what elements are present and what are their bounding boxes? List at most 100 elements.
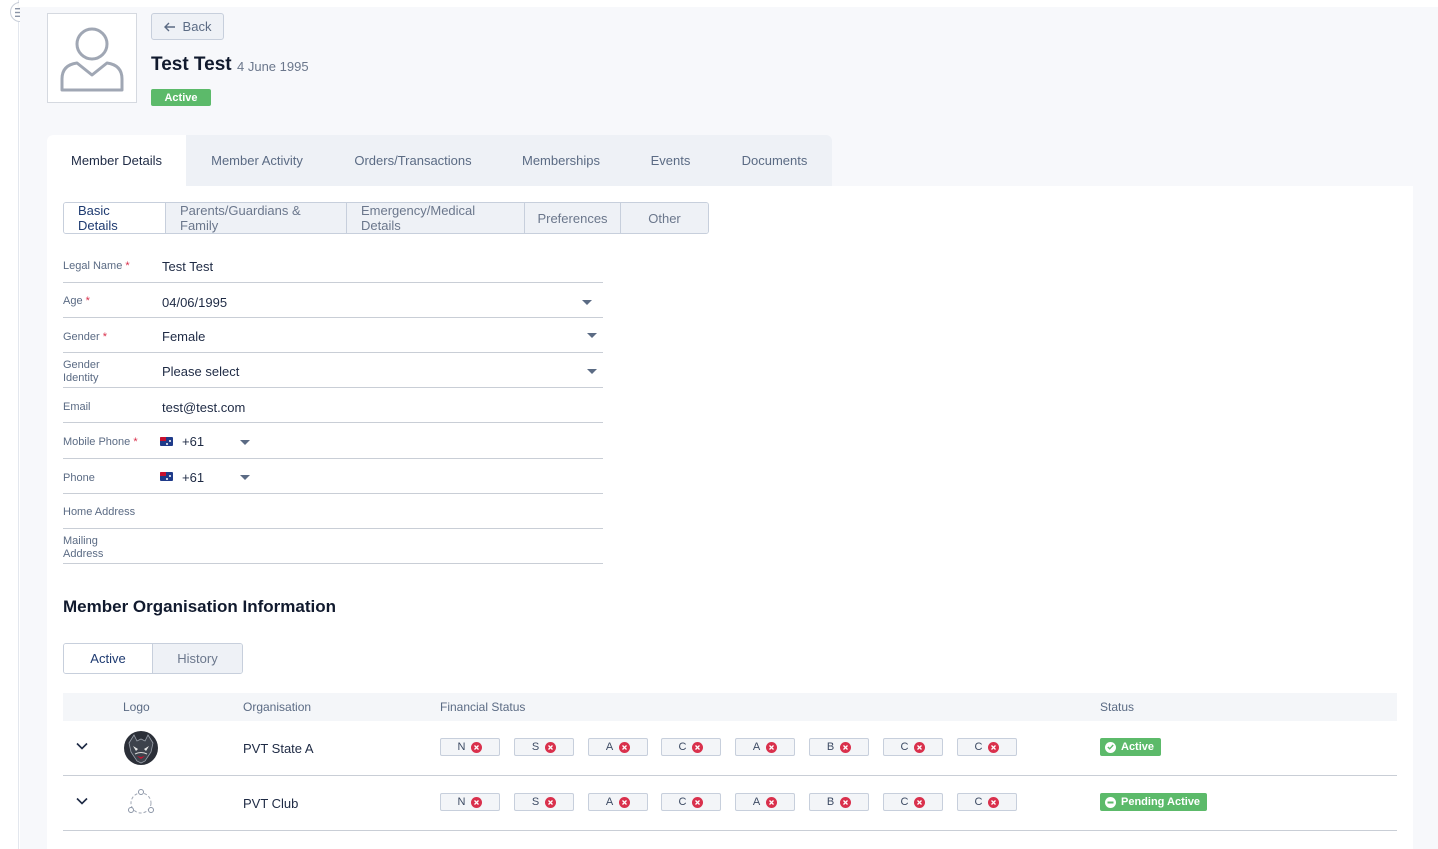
financial-status-letter: B bbox=[826, 741, 835, 753]
column-header-organisation: Organisation bbox=[243, 700, 312, 714]
financial-status-letter: S bbox=[531, 741, 540, 753]
subtab-parents-guardians[interactable]: Parents/Guardians & Family bbox=[165, 203, 346, 233]
subtab-other[interactable]: Other bbox=[620, 203, 708, 233]
x-circle-icon bbox=[692, 796, 704, 808]
minus-circle-icon bbox=[1105, 796, 1116, 808]
check-circle-icon bbox=[1105, 741, 1116, 753]
financial-status-c: C bbox=[661, 793, 721, 811]
mobile-phone-label: Mobile Phone bbox=[63, 436, 131, 448]
australia-flag-icon bbox=[160, 437, 173, 446]
tab-member-details[interactable]: Member Details bbox=[47, 135, 186, 186]
financial-status-c: C bbox=[883, 738, 943, 756]
home-address-field[interactable]: Home Address bbox=[63, 494, 603, 529]
chevron-down-icon[interactable] bbox=[587, 333, 597, 338]
financial-status-letter: C bbox=[974, 741, 983, 753]
financial-status-letter: S bbox=[531, 796, 540, 808]
financial-status-c: C bbox=[883, 793, 943, 811]
financial-status-s: S bbox=[514, 793, 574, 811]
mailing-address-field[interactable]: Mailing Address bbox=[63, 529, 603, 564]
financial-status-a: A bbox=[735, 738, 795, 756]
email-value: test@test.com bbox=[162, 400, 246, 415]
x-circle-icon bbox=[471, 741, 483, 753]
financial-status-letter: N bbox=[457, 796, 466, 808]
tab-member-activity[interactable]: Member Activity bbox=[186, 135, 328, 186]
chevron-down-icon[interactable] bbox=[240, 440, 250, 445]
financial-status-letter: C bbox=[678, 741, 687, 753]
chevron-down-icon[interactable] bbox=[76, 797, 88, 805]
x-circle-icon bbox=[988, 796, 1000, 808]
chevron-down-icon[interactable] bbox=[240, 475, 250, 480]
left-sidebar bbox=[0, 0, 30, 849]
status-badge: Active bbox=[151, 89, 211, 106]
arrow-left-icon bbox=[163, 22, 175, 31]
table-header: Logo Organisation Financial Status Statu… bbox=[63, 693, 1397, 721]
email-field[interactable]: Email test@test.com bbox=[63, 388, 603, 423]
back-button[interactable]: Back bbox=[151, 13, 224, 40]
subtab-preferences[interactable]: Preferences bbox=[524, 203, 620, 233]
age-label: Age bbox=[63, 295, 83, 307]
financial-status-c: C bbox=[957, 793, 1017, 811]
club-logo-icon bbox=[128, 789, 154, 814]
mailing-address-label: Mailing Address bbox=[63, 535, 104, 560]
tab-events[interactable]: Events bbox=[624, 135, 717, 186]
financial-status-letter: A bbox=[752, 796, 761, 808]
phone-label: Phone bbox=[63, 472, 95, 484]
financial-status-letter: A bbox=[752, 741, 761, 753]
subtab-basic-details[interactable]: Basic Details bbox=[64, 203, 165, 233]
chevron-down-icon[interactable] bbox=[582, 300, 592, 305]
financial-status-letter: A bbox=[605, 741, 614, 753]
tab-orders-transactions[interactable]: Orders/Transactions bbox=[328, 135, 498, 186]
gender-label: Gender bbox=[63, 331, 100, 343]
column-header-financial-status: Financial Status bbox=[440, 700, 526, 714]
chevron-down-icon[interactable] bbox=[76, 742, 88, 750]
tab-memberships[interactable]: Memberships bbox=[498, 135, 624, 186]
age-field[interactable]: Age * 04/06/1995 bbox=[63, 283, 603, 318]
financial-status-c: C bbox=[957, 738, 1017, 756]
financial-status-letter: C bbox=[678, 796, 687, 808]
home-address-label: Home Address bbox=[63, 506, 136, 518]
financial-status-a: A bbox=[588, 738, 648, 756]
financial-status-a: A bbox=[735, 793, 795, 811]
back-button-label: Back bbox=[182, 19, 212, 34]
gender-field[interactable]: Gender * Female bbox=[63, 318, 603, 353]
financial-status-letter: C bbox=[974, 796, 983, 808]
legal-name-label: Legal Name bbox=[63, 260, 123, 272]
x-circle-icon bbox=[471, 796, 483, 808]
column-header-logo: Logo bbox=[123, 700, 150, 714]
mobile-phone-code: +61 bbox=[182, 434, 205, 449]
age-value: 04/06/1995 bbox=[162, 295, 228, 310]
financial-status-n: N bbox=[440, 738, 500, 756]
financial-status-letter: C bbox=[900, 796, 909, 808]
status-badge: Active bbox=[1100, 738, 1162, 756]
x-circle-icon bbox=[914, 796, 926, 808]
x-circle-icon bbox=[766, 796, 778, 808]
phone-field[interactable]: Phone +61 bbox=[63, 459, 603, 494]
financial-status-b: B bbox=[809, 738, 869, 756]
financial-status-letter: A bbox=[605, 796, 614, 808]
main-tabs: Member Details Member Activity Orders/Tr… bbox=[47, 135, 832, 186]
table-row: PVT State A N S A C A B C C Active bbox=[63, 721, 1397, 776]
member-name: Test Test bbox=[151, 54, 232, 75]
mobile-phone-field[interactable]: Mobile Phone * +61 bbox=[63, 423, 603, 459]
australia-flag-icon bbox=[160, 472, 173, 481]
org-tab-history[interactable]: History bbox=[153, 644, 242, 673]
wolf-logo-icon bbox=[124, 731, 158, 765]
tab-documents[interactable]: Documents bbox=[717, 135, 832, 186]
section-title: Member Organisation Information bbox=[63, 597, 336, 616]
financial-status-letter: B bbox=[826, 796, 835, 808]
org-tab-active[interactable]: Active bbox=[64, 644, 153, 673]
financial-status-letter: C bbox=[900, 741, 909, 753]
subtab-emergency-medical[interactable]: Emergency/Medical Details bbox=[346, 203, 524, 233]
financial-status-n: N bbox=[440, 793, 500, 811]
legal-name-field[interactable]: Legal Name * Test Test bbox=[63, 247, 603, 283]
gender-value: Female bbox=[162, 329, 206, 344]
gender-identity-field[interactable]: Gender Identity Please select bbox=[63, 353, 603, 388]
email-label: Email bbox=[63, 401, 91, 413]
x-circle-icon bbox=[619, 741, 631, 753]
phone-code: +61 bbox=[182, 470, 205, 485]
x-circle-icon bbox=[840, 741, 852, 753]
x-circle-icon bbox=[545, 741, 557, 753]
chevron-down-icon[interactable] bbox=[587, 369, 597, 374]
gender-identity-label: Gender Identity bbox=[63, 359, 100, 384]
top-bar bbox=[19, 0, 1438, 7]
